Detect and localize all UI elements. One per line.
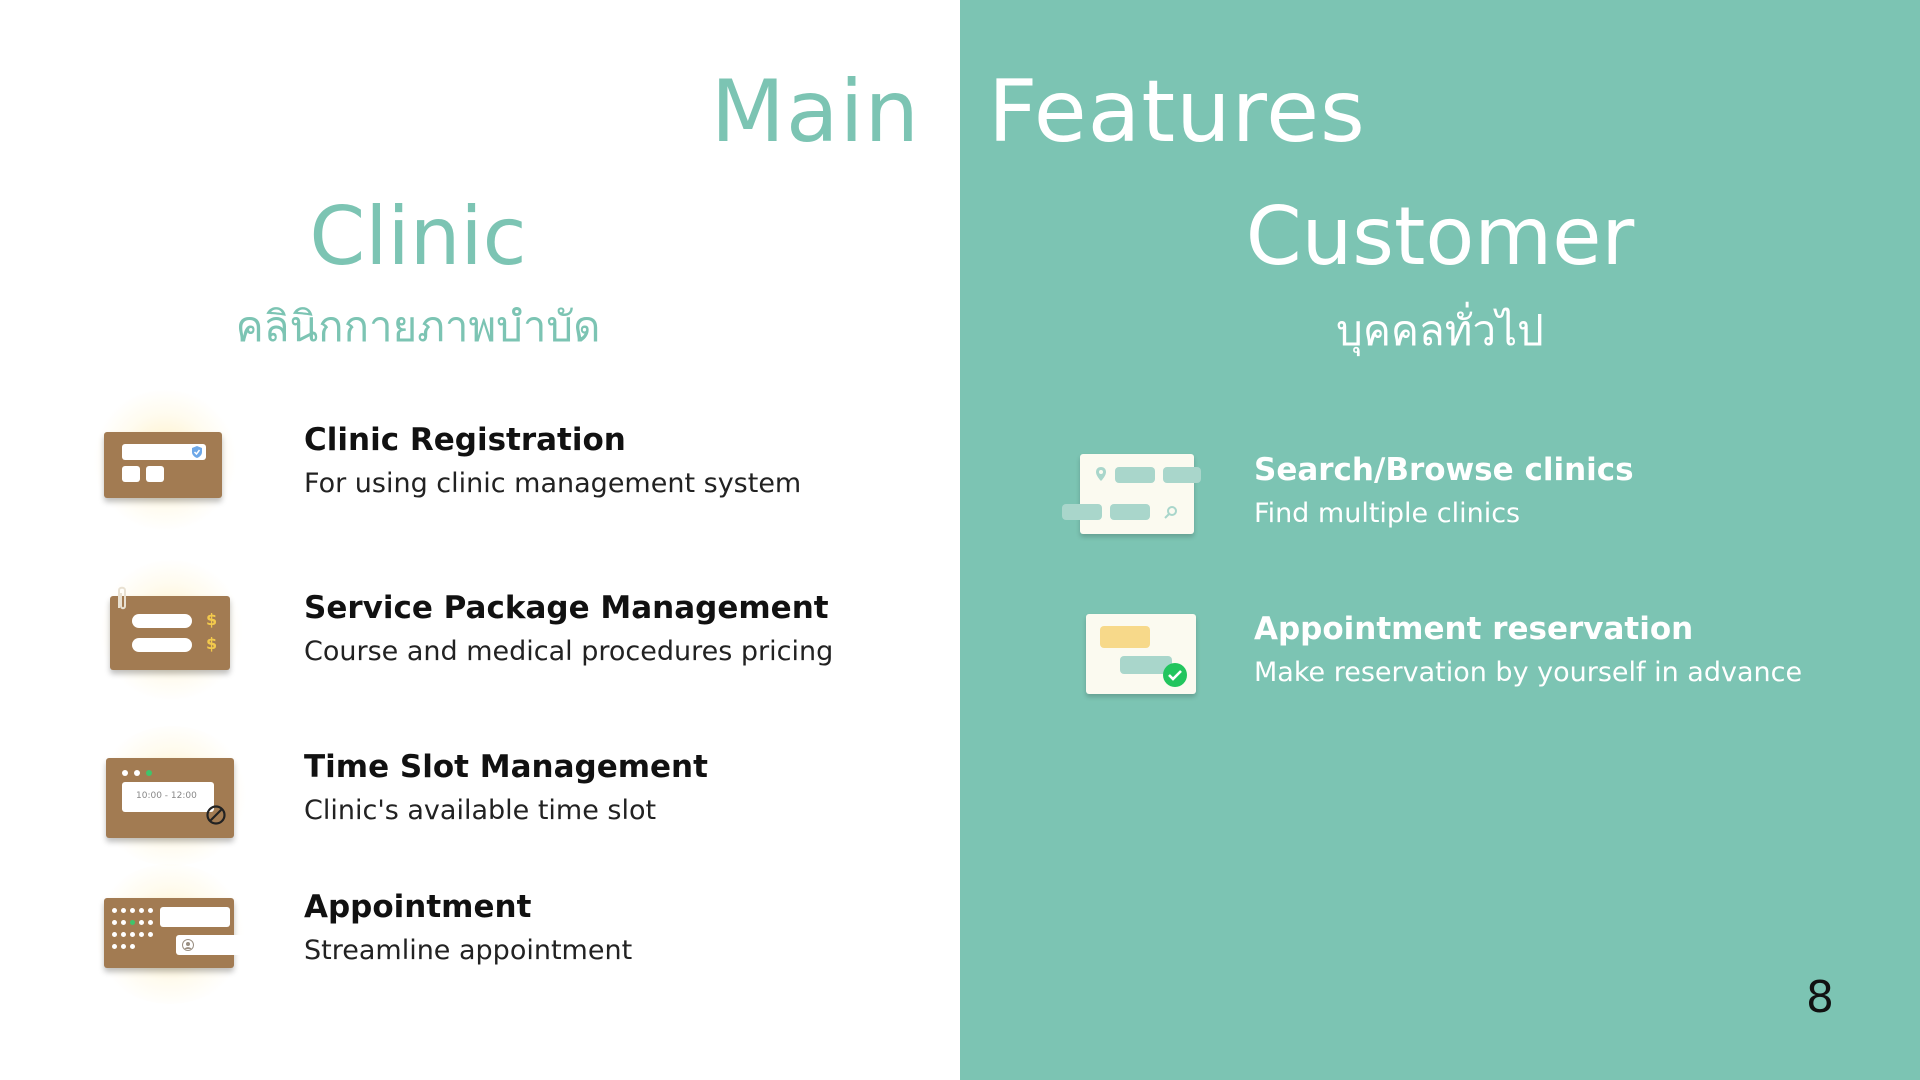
calendar-dot (130, 920, 135, 925)
feature-description: Find multiple clinics (1254, 498, 1521, 529)
dollar-icon: $ (206, 634, 218, 653)
feature-title: Time Slot Management (304, 749, 708, 785)
registration-card-icon (90, 390, 240, 530)
customer-panel-background (960, 0, 1920, 1080)
dollar-icon: $ (206, 610, 218, 629)
calendar-dot (148, 920, 153, 925)
calendar-dot (139, 920, 144, 925)
page-number: 8 (1806, 972, 1834, 1023)
time-slot-icon: 10:00 - 12:00 (92, 726, 252, 866)
feature-description: Course and medical procedures pricing (304, 636, 834, 667)
time-range-text: 10:00 - 12:00 (136, 791, 197, 801)
appointment-calendar-icon (90, 864, 260, 1004)
paperclip-icon (118, 586, 126, 610)
calendar-dot (112, 920, 117, 925)
feature-description: For using clinic management system (304, 468, 802, 499)
calendar-dot (148, 908, 153, 913)
calendar-dot (139, 908, 144, 913)
calendar-dot (112, 944, 117, 949)
search-map-icon (1060, 450, 1210, 540)
slide-title-features: Features (988, 62, 1366, 162)
feature-title: Search/Browse clinics (1254, 452, 1634, 488)
calendar-dot (148, 932, 153, 937)
price-list-icon: $ $ (96, 560, 246, 700)
clinic-section-subtitle: คลินิกกายภาพบำบัด (235, 302, 601, 351)
user-icon (182, 939, 194, 951)
feature-description: Make reservation by yourself in advance (1254, 657, 1803, 688)
feature-description: Clinic's available time slot (304, 795, 657, 826)
reservation-check-icon (1080, 610, 1210, 700)
search-icon (1164, 506, 1177, 519)
calendar-dot (121, 944, 126, 949)
location-pin-icon (1096, 467, 1106, 481)
calendar-dot (112, 908, 117, 913)
calendar-dot (130, 908, 135, 913)
feature-description: Streamline appointment (304, 935, 633, 966)
feature-title: Appointment (304, 889, 532, 925)
calendar-dot (130, 944, 135, 949)
check-circle-icon (1163, 663, 1187, 687)
customer-section-title: Customer (1245, 190, 1635, 283)
calendar-dot (139, 932, 144, 937)
feature-title: Service Package Management (304, 590, 829, 626)
calendar-dot (121, 908, 126, 913)
blocked-icon (206, 805, 226, 825)
calendar-dot (112, 932, 117, 937)
calendar-dot (130, 932, 135, 937)
feature-title: Appointment reservation (1254, 611, 1694, 647)
calendar-dot-grid (112, 908, 158, 958)
slide-title-main: Main (710, 62, 920, 162)
feature-title: Clinic Registration (304, 422, 626, 458)
calendar-dot (121, 932, 126, 937)
customer-section-subtitle: บุคคลทั่วไป (1336, 306, 1544, 355)
calendar-dot (121, 920, 126, 925)
clinic-section-title: Clinic (309, 190, 527, 283)
